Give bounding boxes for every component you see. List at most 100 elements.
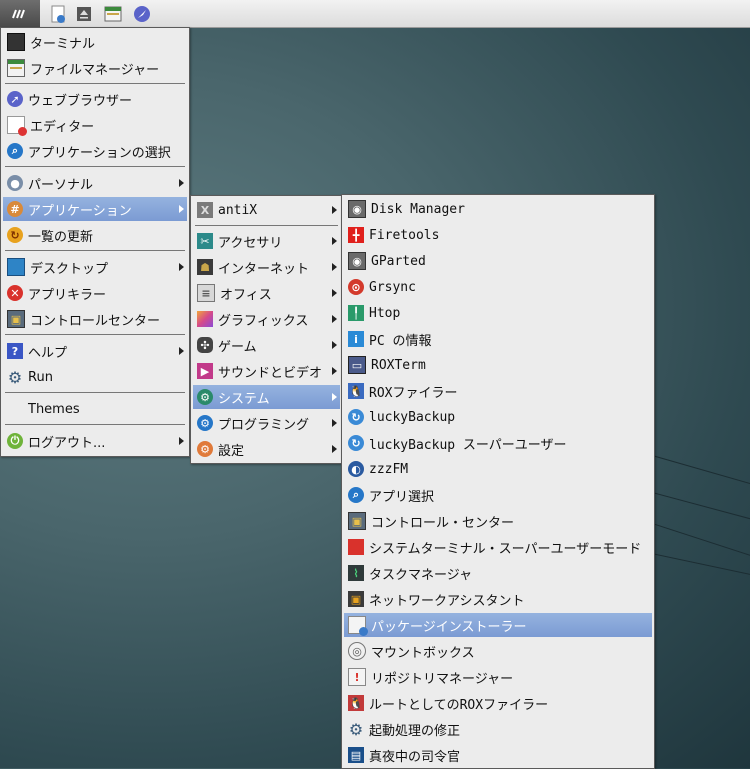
luckybackup-icon: ↻: [348, 409, 364, 425]
menu-item-pc-info[interactable]: i PC の情報: [344, 327, 652, 351]
submenu-arrow-icon: [179, 179, 184, 187]
eject-icon[interactable]: [72, 2, 96, 25]
menu-item-applications[interactable]: # アプリケーション: [3, 197, 187, 221]
browser-icon[interactable]: [130, 2, 154, 25]
app-select-icon: ⌕: [7, 143, 23, 159]
multimedia-icon: ▶: [197, 363, 213, 379]
menu-item-startup-fix[interactable]: ⚙ 起動処理の修正: [344, 717, 652, 741]
menu-item-roxterm[interactable]: ▭ ROXTerm: [344, 353, 652, 377]
applications-menu: X antiX ✂ アクセサリ ☗ インターネット ≡ オフィス グラフィックス…: [190, 195, 343, 464]
settings-icon: ⚙: [197, 441, 213, 457]
menu-item-help[interactable]: ? ヘルプ: [3, 339, 187, 363]
submenu-arrow-icon: [332, 445, 337, 453]
submenu-arrow-icon: [179, 205, 184, 213]
menu-item-app-select[interactable]: ⌕ アプリケーションの選択: [3, 139, 187, 163]
terminal-icon: [7, 33, 25, 51]
app-select-icon: ⌕: [348, 487, 364, 503]
menu-item-app-killer[interactable]: ✕ アプリキラー: [3, 281, 187, 305]
submenu-arrow-icon: [332, 393, 337, 401]
submenu-arrow-icon: [179, 437, 184, 445]
roxterm-icon: ▭: [348, 356, 366, 374]
applications-icon: #: [7, 201, 23, 217]
menu-item-personal[interactable]: ● パーソナル: [3, 171, 187, 195]
info-icon: i: [348, 331, 364, 347]
menu-item-task-manager[interactable]: ⌇ タスクマネージャ: [344, 561, 652, 585]
menu-item-repo-manager[interactable]: ! リポジトリマネージャー: [344, 665, 652, 689]
menu-item-games[interactable]: ✣ ゲーム: [193, 333, 340, 357]
internet-icon: ☗: [197, 259, 213, 275]
editor-icon: [7, 116, 27, 136]
menu-item-editor[interactable]: エディター: [3, 113, 187, 137]
menu-item-antix[interactable]: X antiX: [193, 198, 340, 222]
root-terminal-icon: [348, 539, 364, 555]
menu-item-system[interactable]: ⚙ システム: [193, 385, 340, 409]
menu-item-disk-manager[interactable]: ◉ Disk Manager: [344, 197, 652, 221]
menu-item-network-assistant[interactable]: ▣ ネットワークアシスタント: [344, 587, 652, 611]
submenu-arrow-icon: [332, 367, 337, 375]
menu-item-file-manager[interactable]: ファイルマネージャー: [3, 56, 187, 80]
menu-item-gparted[interactable]: ◉ GParted: [344, 249, 652, 273]
menu-item-logout[interactable]: ⏻ ログアウト...: [3, 429, 187, 453]
menu-item-mountbox[interactable]: ◎ マウントボックス: [344, 639, 652, 663]
menu-item-settings[interactable]: ⚙ 設定: [193, 437, 340, 461]
refresh-icon: ↻: [7, 227, 23, 243]
personal-icon: ●: [7, 175, 23, 191]
browser-icon: ➚: [7, 91, 23, 107]
menu-item-office[interactable]: ≡ オフィス: [193, 281, 340, 305]
gparted-icon: ◉: [348, 252, 366, 270]
menu-item-package-installer[interactable]: パッケージインストーラー: [344, 613, 652, 637]
menu-item-desktop[interactable]: デスクトップ: [3, 255, 187, 279]
menu-item-control-center[interactable]: ▣ コントロールセンター: [3, 307, 187, 331]
menu-separator: [5, 166, 185, 167]
antix-start-icon[interactable]: [0, 0, 40, 27]
task-manager-icon: ⌇: [348, 565, 364, 581]
zzzfm-icon: ◐: [348, 461, 364, 477]
menu-item-luckybackup[interactable]: ↻ luckyBackup: [344, 405, 652, 429]
package-installer-icon: [348, 616, 368, 636]
menu-item-internet[interactable]: ☗ インターネット: [193, 255, 340, 279]
menu-separator: [5, 83, 185, 84]
app-killer-icon: ✕: [7, 285, 23, 301]
menu-item-web-browser[interactable]: ➚ ウェブブラウザー: [3, 87, 187, 111]
menu-item-app-select[interactable]: ⌕ アプリ選択: [344, 483, 652, 507]
menu-separator: [5, 334, 185, 335]
menu-item-refresh[interactable]: ↻ 一覧の更新: [3, 223, 187, 247]
repo-manager-icon: !: [348, 668, 366, 686]
control-center-icon: ▣: [348, 512, 366, 530]
menu-item-luckybackup-superuser[interactable]: ↻ luckyBackup スーパーユーザー: [344, 431, 652, 455]
submenu-arrow-icon: [332, 263, 337, 271]
disk-manager-icon: ◉: [348, 200, 366, 218]
menu-item-accessories[interactable]: ✂ アクセサリ: [193, 229, 340, 253]
antix-icon: X: [197, 202, 213, 218]
submenu-arrow-icon: [332, 315, 337, 323]
menu-item-terminal[interactable]: ターミナル: [3, 30, 187, 54]
menu-item-multimedia[interactable]: ▶ サウンドとビデオ: [193, 359, 340, 383]
menu-item-control-center[interactable]: ▣ コントロール・センター: [344, 509, 652, 533]
menu-separator: [195, 225, 338, 226]
menu-item-rox-filer-root[interactable]: 🐧 ルートとしてのROXファイラー: [344, 691, 652, 715]
gear-icon: ⚙: [7, 367, 23, 387]
menu-item-firetools[interactable]: ╋ Firetools: [344, 223, 652, 247]
folder-icon[interactable]: [101, 2, 125, 25]
menu-item-run[interactable]: ⚙ Run: [3, 365, 187, 389]
menu-separator: [5, 424, 185, 425]
menu-item-htop[interactable]: ╿ Htop: [344, 301, 652, 325]
menu-item-grsync[interactable]: ⊙ Grsync: [344, 275, 652, 299]
game-icon: ✣: [197, 337, 213, 353]
menu-item-rox-filer[interactable]: 🐧 ROXファイラー: [344, 379, 652, 403]
network-assistant-icon: ▣: [348, 591, 364, 607]
submenu-arrow-icon: [332, 237, 337, 245]
submenu-arrow-icon: [332, 419, 337, 427]
logout-icon: ⏻: [7, 433, 23, 449]
menu-item-themes[interactable]: Themes: [3, 397, 187, 421]
menu-item-graphics[interactable]: グラフィックス: [193, 307, 340, 331]
midnight-commander-icon: ▤: [348, 747, 364, 763]
menu-item-zzzfm[interactable]: ◐ zzzFM: [344, 457, 652, 481]
menu-item-programming[interactable]: ⚙ プログラミング: [193, 411, 340, 435]
submenu-arrow-icon: [332, 341, 337, 349]
luckybackup-icon: ↻: [348, 435, 364, 451]
menu-item-midnight-commander[interactable]: ▤ 真夜中の司令官: [344, 743, 652, 767]
menu-item-root-terminal[interactable]: システムターミナル・スーパーユーザーモード: [344, 535, 652, 559]
office-icon: ≡: [197, 284, 215, 302]
file-manager-icon[interactable]: [46, 2, 70, 25]
